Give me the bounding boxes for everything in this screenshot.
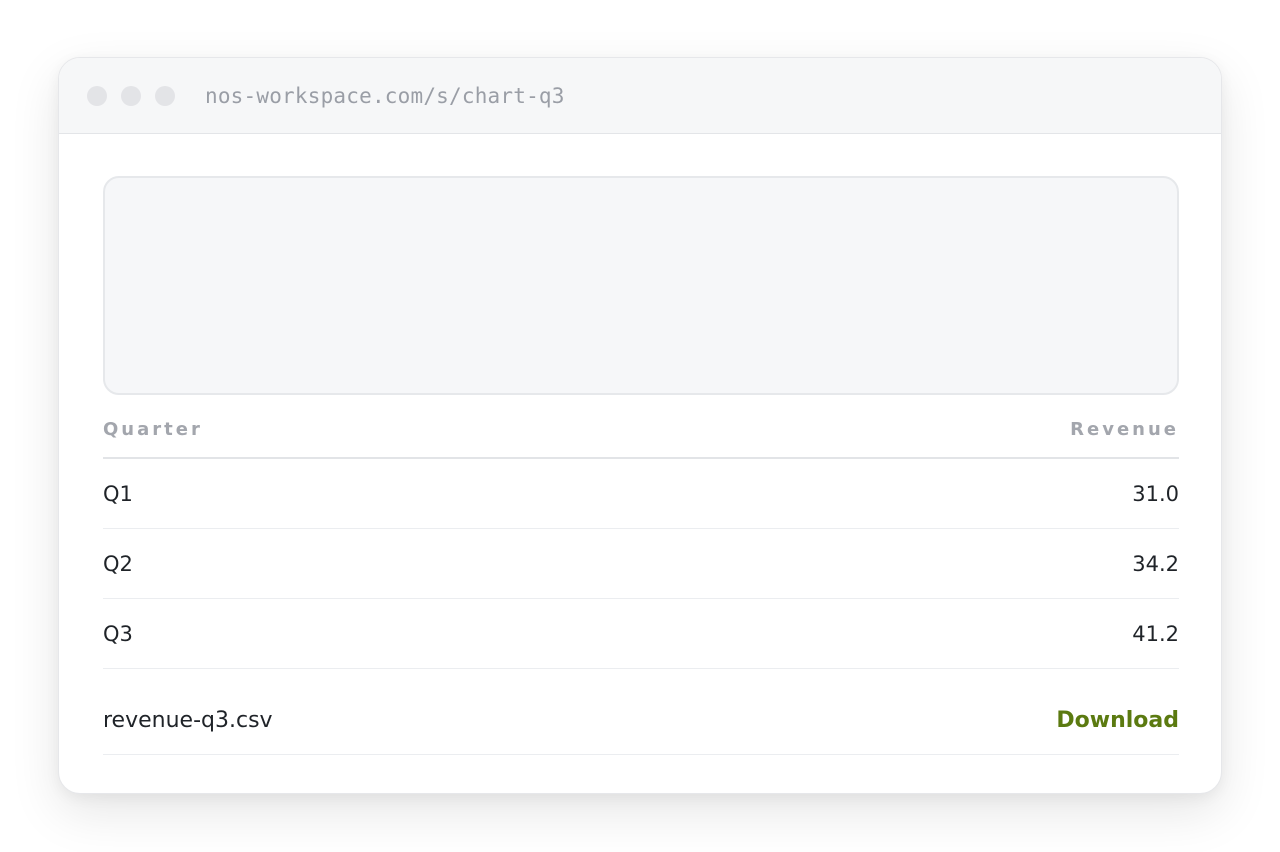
quarter-cell: Q2: [103, 551, 133, 576]
browser-window: nos-workspace.com/s/chart-q3 Quarter Rev…: [58, 57, 1222, 794]
minimize-window-dot[interactable]: [121, 85, 141, 106]
page-content: Quarter Revenue Q1 31.0 Q2 34.2 Q3 41.2 …: [103, 176, 1179, 755]
attachment-row: revenue-q3.csv Download: [103, 669, 1179, 755]
revenue-cell: 34.2: [1132, 551, 1179, 576]
close-window-dot[interactable]: [87, 85, 107, 106]
browser-titlebar: nos-workspace.com/s/chart-q3: [59, 58, 1221, 134]
revenue-cell: 31.0: [1132, 481, 1179, 506]
table-header: Quarter Revenue: [103, 395, 1179, 459]
quarter-cell: Q3: [103, 621, 133, 646]
quarter-cell: Q1: [103, 481, 133, 506]
maximize-window-dot[interactable]: [155, 85, 175, 106]
attachment-filename: revenue-q3.csv: [103, 708, 273, 733]
window-controls: [87, 85, 175, 106]
chart-preview-placeholder: [103, 176, 1179, 395]
address-bar-url[interactable]: nos-workspace.com/s/chart-q3: [205, 84, 565, 108]
table-row: Q2 34.2: [103, 529, 1179, 599]
table-row: Q1 31.0: [103, 459, 1179, 529]
table-row: Q3 41.2: [103, 599, 1179, 669]
download-link[interactable]: Download: [1056, 708, 1179, 733]
revenue-cell: 41.2: [1132, 621, 1179, 646]
revenue-column-header: Revenue: [1070, 418, 1179, 440]
quarter-column-header: Quarter: [103, 418, 203, 440]
